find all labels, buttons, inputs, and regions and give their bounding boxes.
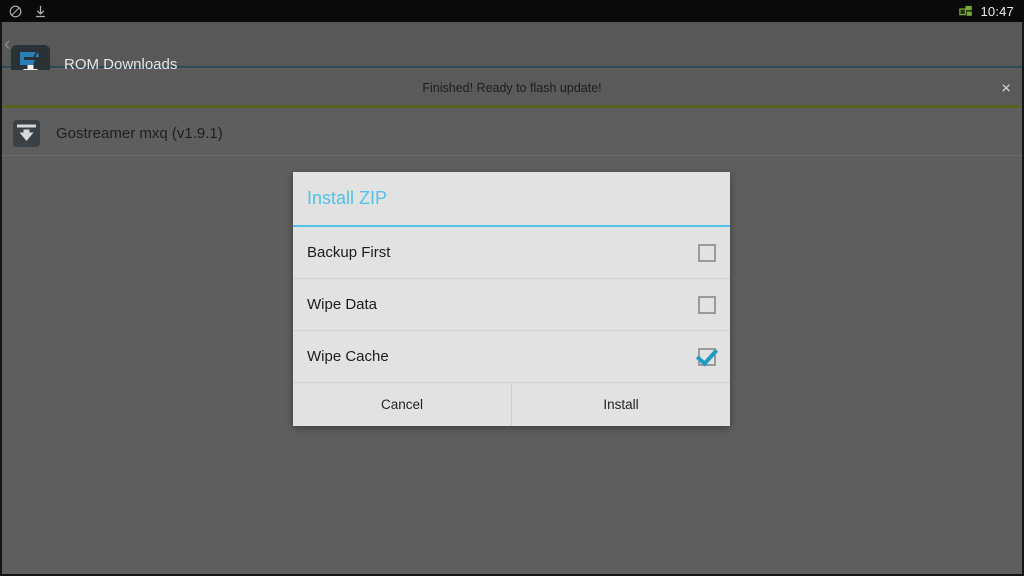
dialog-button-bar: Cancel Install — [293, 383, 730, 426]
option-row-backup-first[interactable]: Backup First — [293, 227, 730, 279]
list-item[interactable]: Gostreamer mxq (v1.9.1) — [0, 111, 1024, 156]
status-notification-bar: Finished! Ready to flash update! × — [0, 70, 1024, 108]
back-button[interactable]: ‹ — [4, 35, 10, 54]
android-status-bar: 10:47 — [0, 0, 1024, 22]
install-zip-dialog: Install ZIP Backup First Wipe Data Wipe … — [293, 172, 730, 426]
dialog-title: Install ZIP — [307, 188, 388, 208]
option-row-wipe-cache[interactable]: Wipe Cache — [293, 331, 730, 383]
option-label: Backup First — [307, 244, 391, 261]
status-bar-right: 10:47 — [958, 4, 1024, 19]
checkbox-wipe-data[interactable] — [698, 295, 716, 314]
status-bar-clock: 10:47 — [980, 3, 1014, 19]
multi-window-icon — [958, 4, 973, 19]
cancel-button[interactable]: Cancel — [293, 383, 511, 426]
app-title-bar: ‹ ROM Downloads — [0, 22, 1024, 84]
option-label: Wipe Cache — [307, 348, 389, 365]
install-button[interactable]: Install — [511, 383, 730, 426]
device-screen: 10:47 ‹ ROM Downloads Finished! Ready to… — [0, 0, 1024, 576]
status-message: Finished! Ready to flash update! — [422, 80, 602, 95]
rotation-lock-icon — [8, 4, 23, 19]
option-row-wipe-data[interactable]: Wipe Data — [293, 279, 730, 331]
close-icon[interactable]: × — [1001, 79, 1011, 96]
list-item-label: Gostreamer mxq (v1.9.1) — [56, 124, 223, 142]
checkbox-wipe-cache[interactable] — [698, 347, 716, 366]
download-icon — [33, 4, 48, 19]
checkbox-backup-first[interactable] — [698, 243, 716, 262]
download-box-icon — [13, 119, 40, 147]
status-bar-left-icons — [0, 4, 48, 19]
dialog-header: Install ZIP — [293, 172, 730, 227]
option-label: Wipe Data — [307, 296, 378, 313]
